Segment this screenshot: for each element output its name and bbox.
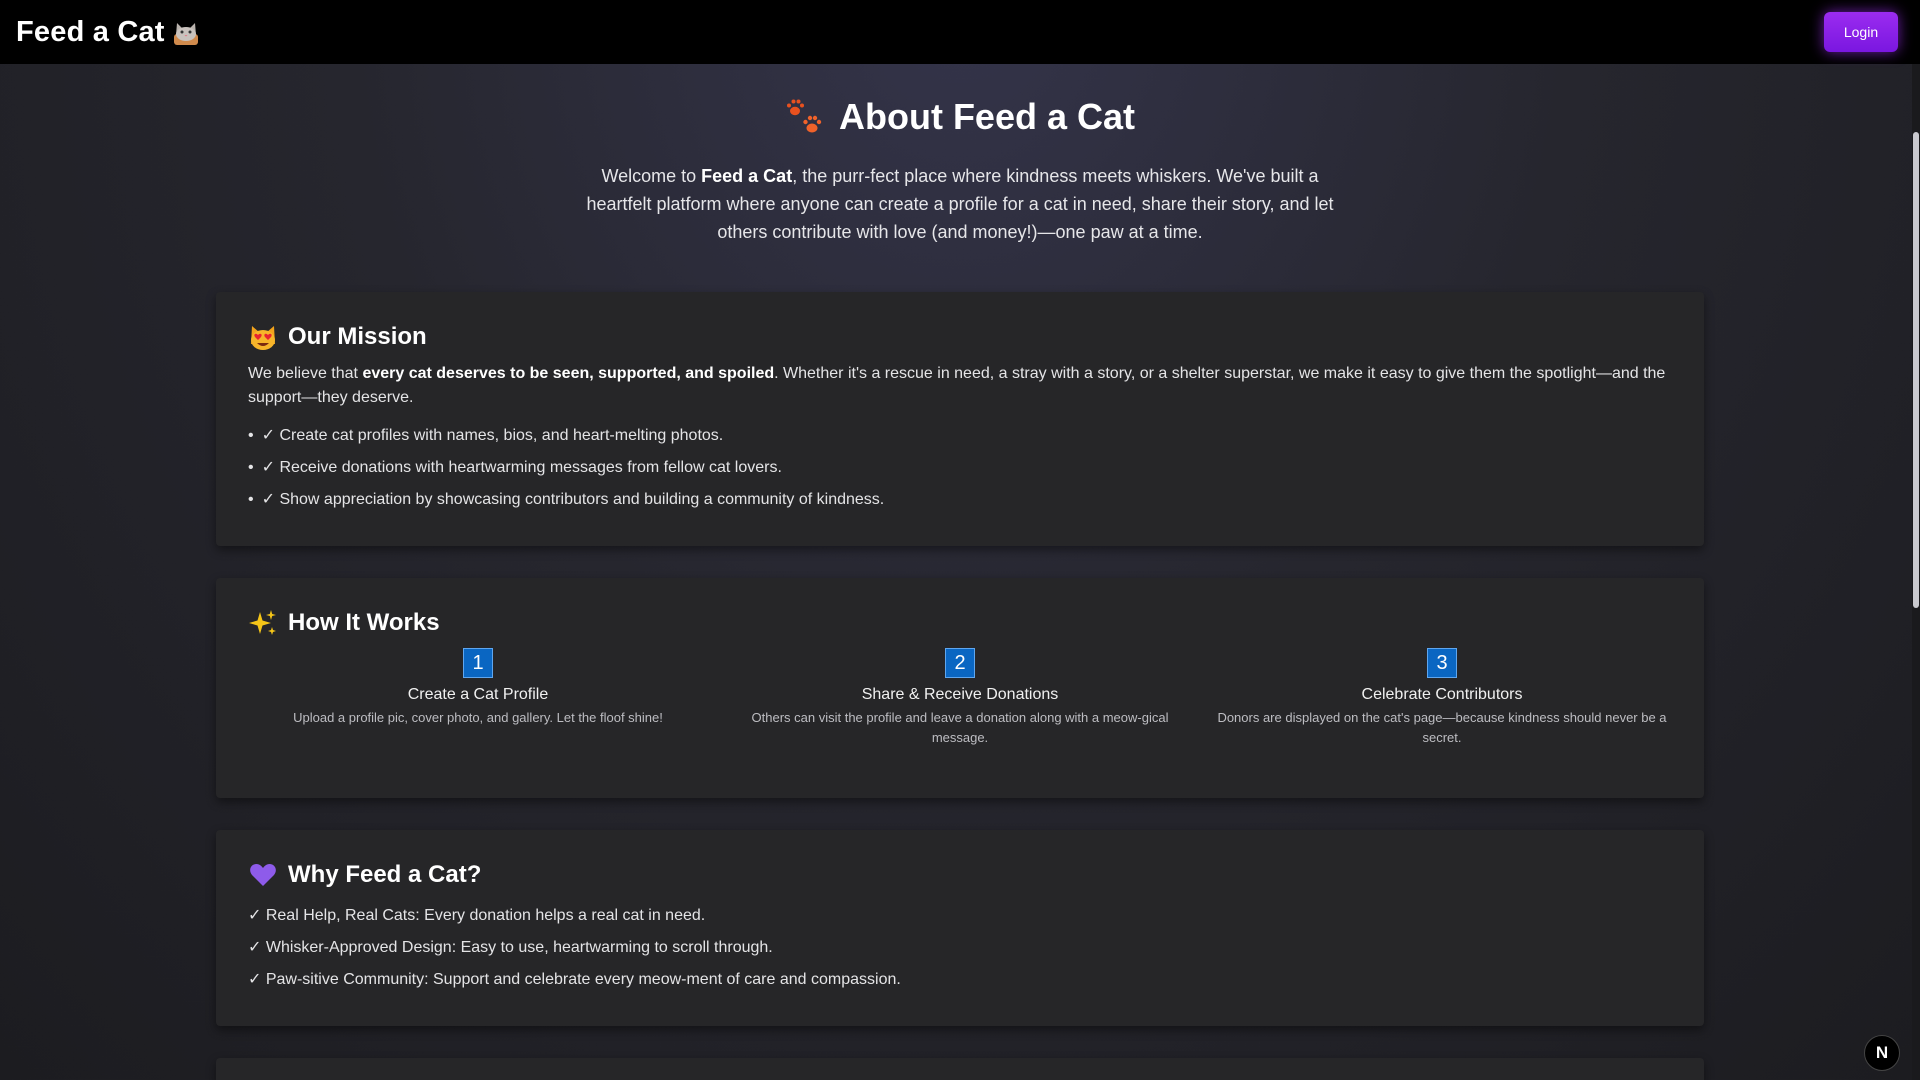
mission-title: Our Mission [288,323,427,350]
page-title: About Feed a Cat [838,96,1135,137]
brand[interactable]: Feed a Cat [16,16,201,49]
mission-item-1: ✓ Create cat profiles with names, bios, … [248,420,1672,452]
step-number: 1 [463,648,493,678]
mission-card: Our Mission We believe that every cat de… [216,292,1704,546]
login-button[interactable]: Login [1824,12,1898,52]
why-item-1: ✓ Real Help, Real Cats: Every donation h… [248,907,706,924]
heart-eyes-cat-icon [251,326,275,350]
mission-emphasis: every cat deserves to be seen, supported… [362,365,775,382]
mission-text: We believe that every cat deserves to be… [248,362,1672,410]
step-3: 3 Celebrate Contributors Donors are disp… [1212,648,1672,748]
why-header: Why Feed a Cat? [248,860,1672,890]
sparkles-icon [249,610,276,635]
step-description: Others can visit the profile and leave a… [751,710,1169,745]
intro-text-start: Welcome to [601,166,702,186]
brand-title[interactable]: Feed a Cat [16,16,165,49]
nextjs-icon[interactable]: N [1864,1035,1900,1071]
mission-list: ✓ Create cat profiles with names, bios, … [248,420,1672,516]
hero-section: About Feed a Cat Welcome to Feed a Cat, … [0,96,1920,246]
how-header: How It Works [248,608,1672,638]
paw-prints-icon [786,99,822,133]
top-navbar: Feed a Cat Login [0,0,1920,64]
step-number: 3 [1427,648,1457,678]
next-card [216,1058,1704,1080]
step-title: Create a Cat Profile [407,686,549,703]
step-title: Celebrate Contributors [1361,686,1523,703]
step-number: 2 [945,648,975,678]
why-list: ✓ Real Help, Real Cats: Every donation h… [248,900,1672,996]
why-title: Why Feed a Cat? [288,861,482,888]
hero-intro: Welcome to Feed a Cat, the purr-fect pla… [580,162,1340,246]
mission-text-start: We believe that [248,365,363,382]
intro-brand-name: Feed a Cat [701,166,793,186]
mission-item-3: ✓ Show appreciation by showcasing contri… [248,484,1672,516]
steps-row: 1 Create a Cat Profile Upload a profile … [248,648,1672,748]
how-title: How It Works [288,609,440,636]
mission-header: Our Mission [248,322,1672,352]
why-card: Why Feed a Cat? ✓ Real Help, Real Cats: … [216,830,1704,1026]
purple-heart-icon [250,864,276,886]
why-item-2: ✓ Whisker-Approved Design: Easy to use, … [248,939,773,956]
step-title: Share & Receive Donations [861,686,1059,703]
step-description: Donors are displayed on the cat's page—b… [1217,710,1667,745]
why-item-3: ✓ Paw-sitive Community: Support and cele… [248,971,901,988]
hero-heading: About Feed a Cat [785,96,1135,138]
step-description: Upload a profile pic, cover photo, and g… [293,710,663,725]
mission-item-2: ✓ Receive donations with heartwarming me… [248,452,1672,484]
step-1: 1 Create a Cat Profile Upload a profile … [248,648,708,748]
step-2: 2 Share & Receive Donations Others can v… [730,648,1190,748]
cat-face-icon [173,23,198,45]
how-it-works-card: How It Works 1 Create a Cat Profile Uplo… [216,578,1704,798]
